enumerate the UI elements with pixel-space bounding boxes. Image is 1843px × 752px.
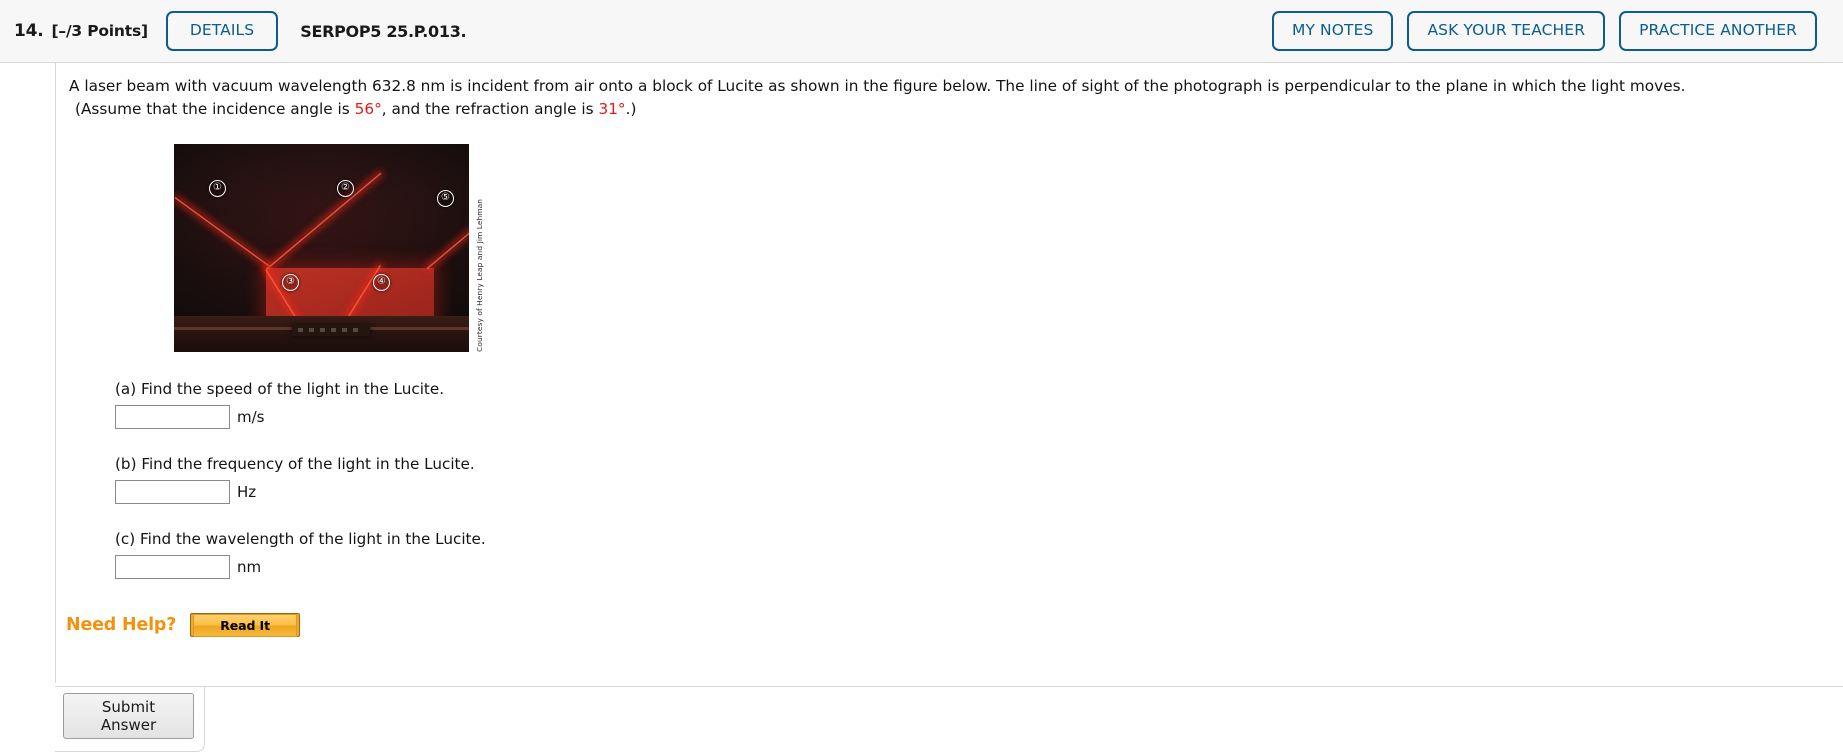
answer-input-b[interactable] <box>115 479 230 504</box>
question-points: [–/3 Points] <box>51 22 149 40</box>
question-stem-line2: (Assume that the incidence angle is 56°,… <box>69 98 1823 121</box>
assume-prefix-text: (Assume that the incidence angle is <box>75 100 355 119</box>
question-header: 14. [–/3 Points] DETAILS SERPOP5 25.P.01… <box>0 0 1843 63</box>
part-a-unit: m/s <box>237 407 265 426</box>
practice-another-button[interactable]: PRACTICE ANOTHER <box>1619 11 1817 51</box>
assume-suffix-text: .) <box>625 100 637 119</box>
refraction-angle-value: 31° <box>598 100 626 119</box>
figure-marker-3: ③ <box>282 273 299 291</box>
laser-refraction-photo: ① ② ③ ④ ⑤ <box>174 143 469 352</box>
figure-marker-1: ① <box>209 179 226 197</box>
question-part-b: (b) Find the frequency of the light in t… <box>115 455 1843 504</box>
header-actions: MY NOTES ASK YOUR TEACHER PRACTICE ANOTH… <box>1271 11 1817 51</box>
figure: ① ② ③ ④ ⑤ Courtesy of Henry Leap and Jim… <box>174 143 487 352</box>
question-part-a: (a) Find the speed of the light in the L… <box>115 380 1843 429</box>
details-button[interactable]: DETAILS <box>165 11 279 51</box>
question-stem: A laser beam with vacuum wavelength 632.… <box>56 63 1843 122</box>
part-a-label: (a) Find the speed of the light in the L… <box>115 379 445 398</box>
question-code: SERPOP5 25.P.013. <box>300 21 467 41</box>
stand-detail <box>298 327 362 332</box>
question-content-panel: A laser beam with vacuum wavelength 632.… <box>55 63 1843 683</box>
question-parts: (a) Find the speed of the light in the L… <box>115 380 1843 579</box>
need-help-label: Need Help? <box>66 614 177 635</box>
figure-credit: Courtesy of Henry Leap and Jim Lehman <box>472 144 486 352</box>
read-it-button[interactable]: Read It <box>190 612 300 637</box>
part-c-unit: nm <box>237 557 262 576</box>
incidence-angle-value: 56° <box>354 100 382 119</box>
part-b-answer-row: Hz <box>115 479 1843 504</box>
figure-credit-text: Courtesy of Henry Leap and Jim Lehman <box>474 198 484 352</box>
figure-marker-5: ⑤ <box>437 189 454 207</box>
answer-input-a[interactable] <box>115 404 230 429</box>
answer-input-c[interactable] <box>115 554 230 579</box>
figure-marker-2: ② <box>337 179 354 197</box>
need-help-section: Need Help? Read It <box>66 612 1843 637</box>
submit-answer-panel: Submit Answer <box>55 687 205 752</box>
question-stem-line1: A laser beam with vacuum wavelength 632.… <box>69 77 1686 95</box>
assume-middle-text: , and the refraction angle is <box>381 100 599 119</box>
read-it-button-label: Read It <box>193 613 297 637</box>
figure-marker-4: ④ <box>373 273 390 291</box>
question-number: 14. <box>14 21 44 41</box>
part-b-unit: Hz <box>237 482 257 501</box>
my-notes-button[interactable]: MY NOTES <box>1271 11 1394 51</box>
ask-your-teacher-button[interactable]: ASK YOUR TEACHER <box>1407 11 1606 51</box>
part-a-answer-row: m/s <box>115 404 1843 429</box>
part-b-label: (b) Find the frequency of the light in t… <box>115 454 475 473</box>
submit-answer-button[interactable]: Submit Answer <box>63 693 194 739</box>
part-c-label: (c) Find the wavelength of the light in … <box>115 529 486 548</box>
footer-divider <box>55 686 1843 687</box>
question-part-c: (c) Find the wavelength of the light in … <box>115 530 1843 579</box>
question-body: A laser beam with vacuum wavelength 632.… <box>0 63 1843 683</box>
part-c-answer-row: nm <box>115 554 1843 579</box>
